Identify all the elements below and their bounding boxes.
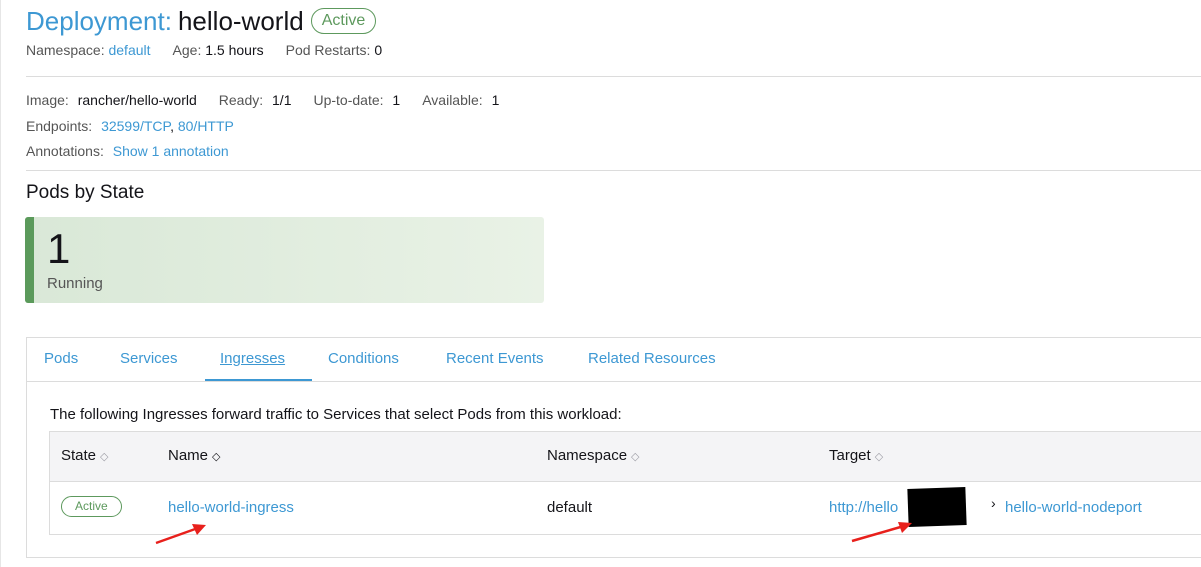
ingress-namespace: default: [547, 499, 593, 516]
column-state-label: State: [61, 447, 97, 464]
annotations-row: Annotations: Show 1 annotation: [26, 139, 499, 165]
row-status-badge: Active: [61, 496, 122, 517]
page-left-border: [0, 0, 1, 567]
endpoints-label: Endpoints:: [26, 117, 93, 134]
endpoints-row: Endpoints: 32599/TCP, 80/HTTP: [26, 114, 499, 140]
image-field: Image: rancher/hello-world: [26, 88, 197, 114]
header-divider: [26, 76, 1201, 77]
column-namespace-label: Namespace: [547, 447, 628, 464]
age-label: Age:: [172, 42, 202, 58]
available-label: Available:: [422, 92, 483, 108]
namespace-link[interactable]: default: [108, 42, 150, 58]
running-label: Running: [47, 275, 103, 292]
sort-icon: ◇: [631, 451, 640, 463]
tab-ingresses[interactable]: Ingresses: [220, 350, 285, 367]
uptodate-label: Up-to-date:: [313, 92, 384, 108]
restarts-meta: Pod Restarts: 0: [286, 42, 383, 58]
ingresses-intro: The following Ingresses forward traffic …: [50, 406, 622, 423]
endpoint-link-http[interactable]: 80/HTTP: [178, 118, 234, 134]
pods-by-state-title: Pods by State: [26, 182, 145, 203]
image-value: rancher/hello-world: [77, 92, 197, 108]
resource-kind: Deployment:: [26, 5, 172, 36]
chevron-right-icon: ›: [991, 495, 996, 511]
details-row-status: Image: rancher/hello-world Ready: 1/1 Up…: [26, 88, 499, 114]
active-tab-indicator: [205, 379, 312, 381]
ready-label: Ready:: [218, 92, 264, 108]
age-meta: Age: 1.5 hours: [173, 42, 264, 58]
column-target-label: Target: [829, 447, 871, 464]
age-value: 1.5 hours: [205, 42, 264, 58]
available-value: 1: [491, 92, 500, 108]
status-badge: Active: [310, 8, 377, 34]
namespace-meta: Namespace: default: [26, 42, 151, 58]
page-title: Deployment: hello-world Active: [26, 4, 382, 38]
column-header-target[interactable]: Target ◇: [829, 447, 883, 464]
details-divider: [26, 170, 1201, 171]
ingress-target-url[interactable]: http://hello: [829, 499, 898, 516]
column-header-namespace[interactable]: Namespace ◇: [547, 447, 640, 464]
endpoint-link-tcp[interactable]: 32599/TCP: [101, 118, 170, 134]
namespace-label: Namespace:: [26, 42, 105, 58]
sort-icon: ◇: [100, 451, 109, 463]
column-header-name[interactable]: Name ◇: [168, 447, 220, 464]
uptodate-field: Up-to-date: 1: [313, 88, 400, 114]
tab-pods[interactable]: Pods: [44, 350, 78, 367]
sort-icon: ◇: [874, 451, 884, 463]
tab-bar: Pods Services Ingresses Conditions Recen…: [27, 338, 1201, 382]
restarts-value: 0: [374, 42, 383, 58]
table-header: State ◇ Name ◇ Namespace ◇ Target ◇: [50, 432, 1201, 482]
state-accent-bar: [25, 217, 34, 303]
tab-recent-events[interactable]: Recent Events: [446, 350, 544, 367]
ingress-target-service-link[interactable]: hello-world-nodeport: [1005, 499, 1142, 516]
sort-icon: ◇: [212, 451, 221, 463]
tab-related-resources[interactable]: Related Resources: [588, 350, 716, 367]
page-header: Deployment: hello-world Active Namespace…: [26, 4, 382, 59]
image-label: Image:: [26, 92, 69, 108]
details-block: Image: rancher/hello-world Ready: 1/1 Up…: [26, 88, 499, 165]
column-name-label: Name: [168, 447, 209, 464]
endpoint-separator: ,: [170, 117, 174, 134]
ingress-name-link[interactable]: hello-world-ingress: [168, 499, 294, 516]
resource-name: hello-world: [177, 5, 304, 36]
running-count: 1: [47, 225, 71, 272]
show-annotations-link[interactable]: Show 1 annotation: [113, 143, 229, 159]
restarts-label: Pod Restarts:: [285, 42, 371, 58]
ready-value: 1/1: [272, 92, 292, 108]
available-field: Available: 1: [422, 88, 499, 114]
running-state-card: 1 Running: [25, 217, 544, 303]
ready-field: Ready: 1/1: [219, 88, 292, 114]
tab-services[interactable]: Services: [120, 350, 178, 367]
header-meta: Namespace: default Age: 1.5 hours Pod Re…: [26, 42, 382, 58]
annotation-arrow-icon: [851, 522, 912, 543]
annotation-arrow-icon: [155, 524, 206, 545]
uptodate-value: 1: [392, 92, 401, 108]
column-header-state[interactable]: State ◇: [61, 447, 109, 464]
tab-conditions[interactable]: Conditions: [328, 350, 399, 367]
annotations-label: Annotations:: [26, 143, 104, 159]
ingresses-table: State ◇ Name ◇ Namespace ◇ Target ◇ Active h…: [49, 431, 1201, 535]
